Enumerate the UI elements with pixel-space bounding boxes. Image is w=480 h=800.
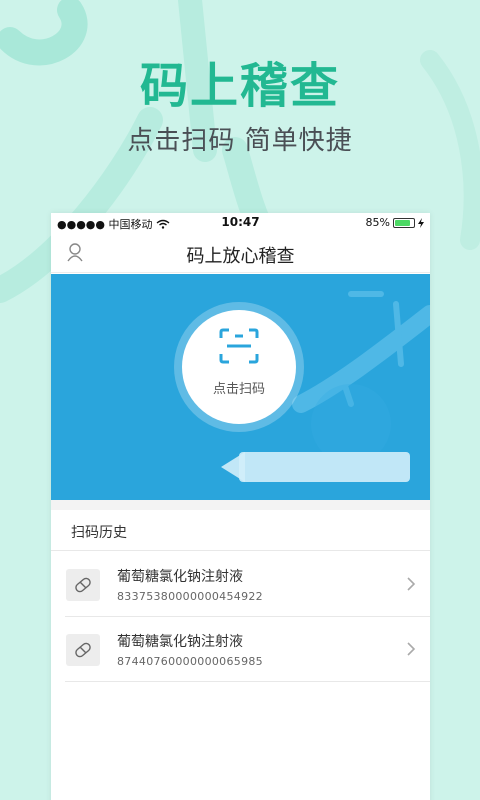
item-code: 87440760000000065985 [117,655,263,668]
hero-subtitle: 点击扫码 简单快捷 [127,126,353,156]
pill-icon [75,577,91,593]
nav-title: 码上放心稽查 [186,246,295,267]
charging-bolt-icon [418,217,424,228]
battery-fill [395,219,411,226]
item-code: 83375380000000454922 [117,590,263,603]
chevron-right-icon [407,642,416,656]
scan-button[interactable]: 点击扫码 [182,310,296,424]
chevron-right-icon [407,577,416,591]
hero-title: 码上稽查 [139,58,340,114]
banner-bar [239,452,410,482]
status-bar: ●●●●● 中国移动 10:47 85% [51,213,430,233]
history-header: 扫码历史 [51,510,430,551]
phone-screen: ●●●●● 中国移动 10:47 85% 码上放心稽查 点击扫码 扫码历史 葡萄… [51,213,430,800]
history-item[interactable]: 葡萄糖氯化钠注射液 83375380000000454922 [51,552,430,617]
pill-icon-box [66,569,100,601]
scan-label: 点击扫码 [212,382,265,397]
battery-icon [393,217,415,228]
battery-percent: 85% [365,216,390,229]
divider [65,681,430,682]
item-name: 葡萄糖氯化钠注射液 [117,634,243,650]
section-gap [51,500,430,510]
status-right: 85% [366,216,424,229]
nav-bar: 码上放心稽查 [51,233,430,273]
pill-icon [75,642,91,658]
history-title: 扫码历史 [71,525,127,541]
scan-panel: 点击扫码 [51,274,430,500]
item-name: 葡萄糖氯化钠注射液 [117,569,243,585]
history-item[interactable]: 葡萄糖氯化钠注射液 87440760000000065985 [51,617,430,682]
pill-icon-box [66,634,100,666]
scan-icon [219,328,259,364]
